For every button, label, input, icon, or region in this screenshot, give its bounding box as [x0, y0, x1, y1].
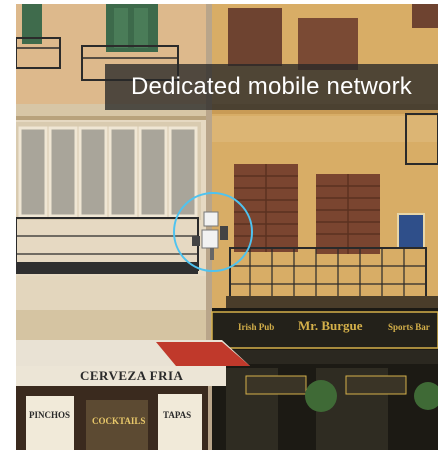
awning-sign: CERVEZA FRIA	[80, 368, 184, 383]
pub-sign-left: Irish Pub	[238, 322, 275, 332]
caption-banner: Dedicated mobile network	[105, 64, 438, 110]
pub-sign-right: Sports Bar	[388, 322, 430, 332]
street-photo: Irish Pub Mr. Burgue Sports Bar CERVEZA …	[16, 4, 438, 450]
right-building	[212, 4, 438, 314]
highlight-ring	[173, 192, 253, 272]
menu-board-left: PINCHOS	[29, 410, 71, 420]
cocktails-sign: COCKTAILS	[92, 416, 146, 426]
menu-board-right: TAPAS	[163, 410, 192, 420]
pub-sign-mid: Mr. Burgue	[298, 318, 363, 333]
